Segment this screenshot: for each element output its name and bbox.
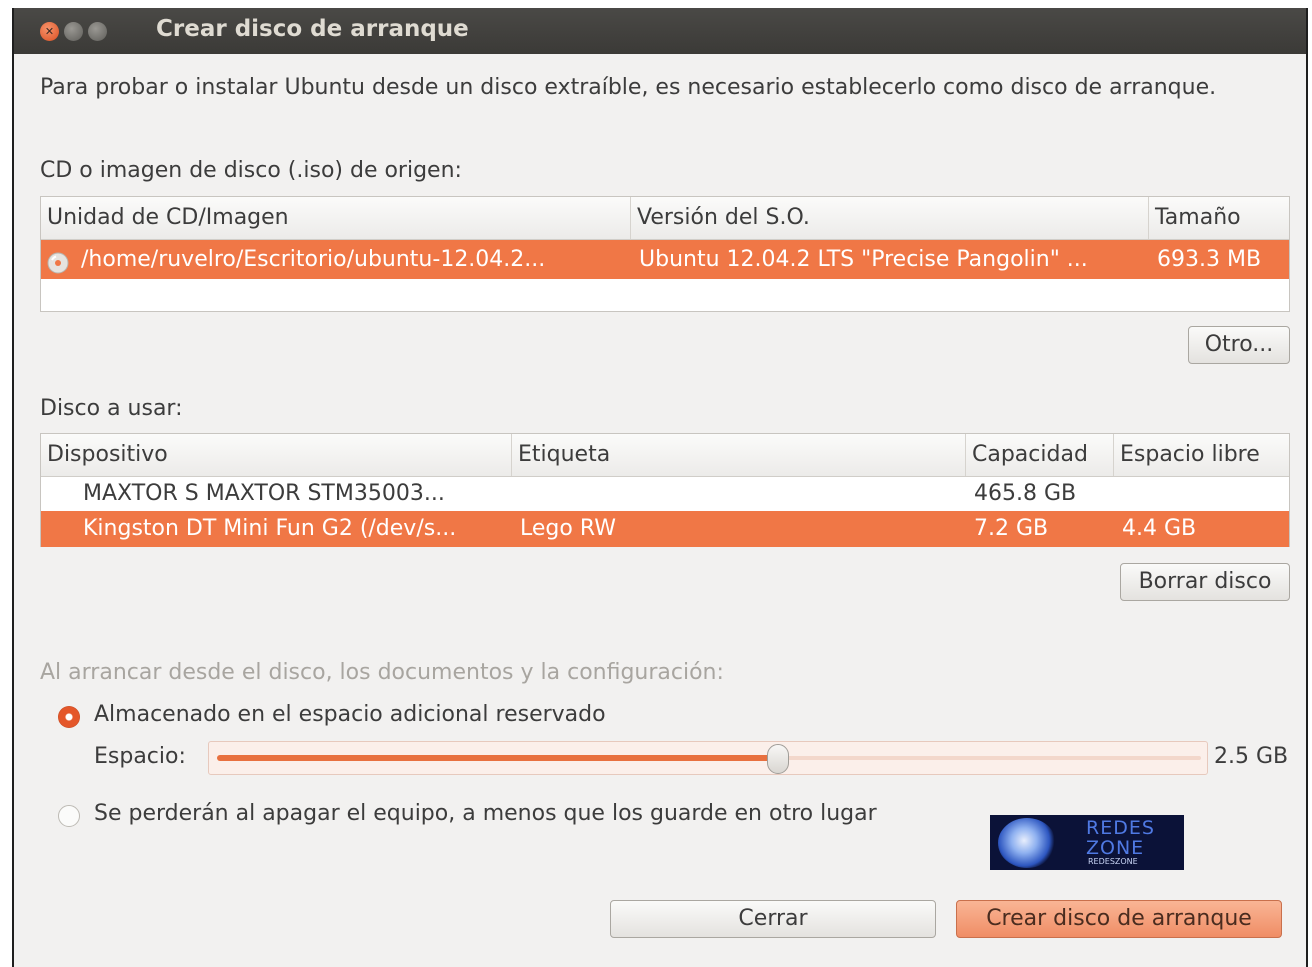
window-title: Crear disco de arranque [156, 16, 469, 42]
space-value: 2.5 GB [1214, 744, 1289, 769]
source-table-header: Unidad de CD/Imagen Versión del S.O. Tam… [41, 197, 1289, 240]
disk-label: Disco a usar: [40, 396, 183, 421]
other-button[interactable]: Otro... [1188, 326, 1290, 364]
disk-capacity: 7.2 GB [974, 516, 1049, 541]
close-button[interactable]: Cerrar [610, 900, 936, 938]
space-label: Espacio: [94, 744, 186, 769]
slider-handle[interactable] [767, 744, 789, 774]
radio-store-space[interactable] [58, 706, 80, 728]
create-boot-disk-button[interactable]: Crear disco de arranque [956, 900, 1282, 938]
slider-rest [778, 756, 1201, 760]
column-header-size[interactable]: Tamaño [1149, 197, 1289, 239]
logo-text-redes: REDES ZONE [1086, 817, 1155, 859]
column-header-label[interactable]: Etiqueta [512, 434, 966, 476]
option-lose-label[interactable]: Se perderán al apagar el equipo, a menos… [94, 801, 877, 826]
disk-row[interactable]: MAXTOR S MAXTOR STM35003... 465.8 GB [41, 477, 1289, 511]
minimize-window-icon[interactable] [64, 22, 83, 41]
disk-table: Dispositivo Etiqueta Capacidad Espacio l… [40, 433, 1290, 547]
redeszone-logo: REDES ZONE REDESZONE [990, 815, 1184, 870]
slider-fill [217, 755, 778, 761]
source-version: Ubuntu 12.04.2 LTS "Precise Pangolin" ..… [639, 247, 1088, 272]
column-header-device[interactable]: Dispositivo [41, 434, 512, 476]
disk-device: MAXTOR S MAXTOR STM35003... [83, 481, 445, 506]
source-row-selected[interactable]: /home/ruvelro/Escritorio/ubuntu-12.04.2.… [41, 240, 1289, 279]
persistence-label: Al arrancar desde el disco, los document… [40, 660, 724, 685]
dialog-window: ✕ Crear disco de arranque Para probar o … [12, 8, 1308, 967]
disk-label-value: Lego RW [520, 516, 616, 541]
logo-text-small: REDESZONE [1088, 857, 1138, 866]
cd-icon [47, 248, 69, 274]
source-size: 693.3 MB [1157, 247, 1262, 272]
column-header-image[interactable]: Unidad de CD/Imagen [41, 197, 631, 239]
column-header-free-space[interactable]: Espacio libre [1114, 434, 1289, 476]
disk-capacity: 465.8 GB [974, 481, 1077, 506]
disk-free: 4.4 GB [1122, 516, 1197, 541]
source-path: /home/ruvelro/Escritorio/ubuntu-12.04.2.… [81, 247, 546, 272]
column-header-capacity[interactable]: Capacidad [966, 434, 1114, 476]
space-slider[interactable] [208, 741, 1208, 775]
option-store-label[interactable]: Almacenado en el espacio adicional reser… [94, 702, 606, 727]
close-window-icon[interactable]: ✕ [40, 22, 59, 41]
maximize-window-icon[interactable] [88, 22, 107, 41]
intro-text: Para probar o instalar Ubuntu desde un d… [40, 75, 1217, 100]
radio-lose-on-shutdown[interactable] [58, 805, 80, 827]
column-header-version[interactable]: Versión del S.O. [631, 197, 1149, 239]
disk-table-header: Dispositivo Etiqueta Capacidad Espacio l… [41, 434, 1289, 477]
disk-row-selected[interactable]: Kingston DT Mini Fun G2 (/dev/s... Lego … [41, 511, 1289, 547]
erase-disk-button[interactable]: Borrar disco [1120, 563, 1290, 601]
titlebar: ✕ Crear disco de arranque [14, 8, 1306, 54]
disk-device: Kingston DT Mini Fun G2 (/dev/s... [83, 516, 457, 541]
source-label: CD o imagen de disco (.iso) de origen: [40, 158, 462, 183]
source-table: Unidad de CD/Imagen Versión del S.O. Tam… [40, 196, 1290, 312]
globe-icon [998, 818, 1056, 868]
